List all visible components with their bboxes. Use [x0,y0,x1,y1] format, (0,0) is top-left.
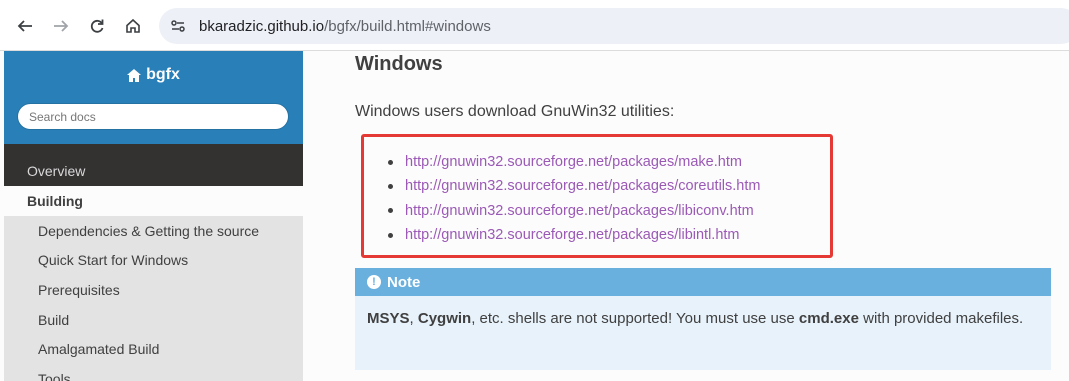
sidebar-item-label: Build [38,311,70,328]
address-bar[interactable]: bkaradzic.github.io/bgfx/build.html#wind… [159,8,1069,44]
sidebar-item-overview[interactable]: Overview [4,157,303,185]
link-libintl[interactable]: http://gnuwin32.sourceforge.net/packages… [405,227,740,243]
home-icon[interactable] [120,13,146,39]
sidebar-subitem-build[interactable]: Build [4,305,303,335]
sidebar-item-label: Tools [38,370,71,381]
sidebar-subitem-dependencies[interactable]: Dependencies & Getting the source [4,216,303,246]
section-heading: Windows [355,53,443,75]
main-content: Windows Windows users download GnuWin32 … [303,51,1069,381]
home-icon [127,68,142,82]
address-url: bkaradzic.github.io/bgfx/build.html#wind… [199,18,491,35]
sidebar-item-label: Overview [27,163,86,179]
sidebar-item-label: Building [27,193,83,209]
reload-icon[interactable] [84,13,110,39]
sidebar-item-label: Dependencies & Getting the source [38,222,260,239]
sidebar-item-label: Quick Start for Windows [38,252,189,269]
sidebar-subnav: Dependencies & Getting the source Quick … [4,216,303,381]
search-placeholder: Search docs [29,109,96,124]
note-admonition: ! Note MSYS, Cygwin, etc. shells are not… [355,268,1051,370]
note-text-2: , etc. shells are not supported! You mus… [471,310,799,327]
list-item: http://gnuwin32.sourceforge.net/packages… [388,150,760,174]
list-item: http://gnuwin32.sourceforge.net/packages… [388,223,760,247]
browser-toolbar: bkaradzic.github.io/bgfx/build.html#wind… [0,0,1069,51]
site-info-icon[interactable] [163,11,193,41]
url-path: /bgfx/build.html#windows [324,17,491,35]
back-arrow-icon[interactable] [12,13,38,39]
sidebar-item-building[interactable]: Building [4,186,303,216]
link-list: http://gnuwin32.sourceforge.net/packages… [388,150,760,247]
sidebar: bgfx Search docs Overview Building Depen… [4,51,303,381]
note-text-1: , [409,310,418,327]
highlighted-link-list: http://gnuwin32.sourceforge.net/packages… [361,134,833,258]
note-title-label: Note [387,273,421,291]
bullet-icon [388,232,393,238]
bullet-icon [388,208,393,214]
sidebar-item-label: Prerequisites [38,281,120,298]
bullet-icon [388,159,393,165]
intro-paragraph: Windows users download GnuWin32 utilitie… [355,103,675,120]
note-body: MSYS, Cygwin, etc. shells are not suppor… [355,296,1051,331]
brand-link[interactable]: bgfx [4,66,303,84]
note-text-3: with provided makefiles. [858,310,1024,327]
note-bold-cygwin: Cygwin [417,310,472,327]
list-item: http://gnuwin32.sourceforge.net/packages… [388,199,760,223]
sidebar-subitem-amalgamated[interactable]: Amalgamated Build [4,334,303,364]
sidebar-item-label: Amalgamated Build [38,341,160,358]
note-title: ! Note [355,268,1051,296]
sidebar-subitem-quick-start[interactable]: Quick Start for Windows [4,246,303,276]
exclamation-icon: ! [367,275,381,289]
forward-arrow-icon[interactable] [48,13,74,39]
sidebar-subitem-tools[interactable]: Tools [4,364,303,381]
sidebar-header: bgfx Search docs [4,51,303,144]
link-coreutils[interactable]: http://gnuwin32.sourceforge.net/packages… [405,178,760,194]
note-bold-msys: MSYS [367,310,410,327]
link-libiconv[interactable]: http://gnuwin32.sourceforge.net/packages… [405,203,754,219]
list-item: http://gnuwin32.sourceforge.net/packages… [388,174,760,198]
bullet-icon [388,183,393,189]
link-make[interactable]: http://gnuwin32.sourceforge.net/packages… [405,154,742,170]
brand-label: bgfx [146,66,180,83]
search-input[interactable]: Search docs [17,103,289,130]
sidebar-subitem-prerequisites[interactable]: Prerequisites [4,275,303,305]
note-bold-cmd: cmd.exe [798,310,859,327]
url-host: bkaradzic.github.io [199,17,325,35]
